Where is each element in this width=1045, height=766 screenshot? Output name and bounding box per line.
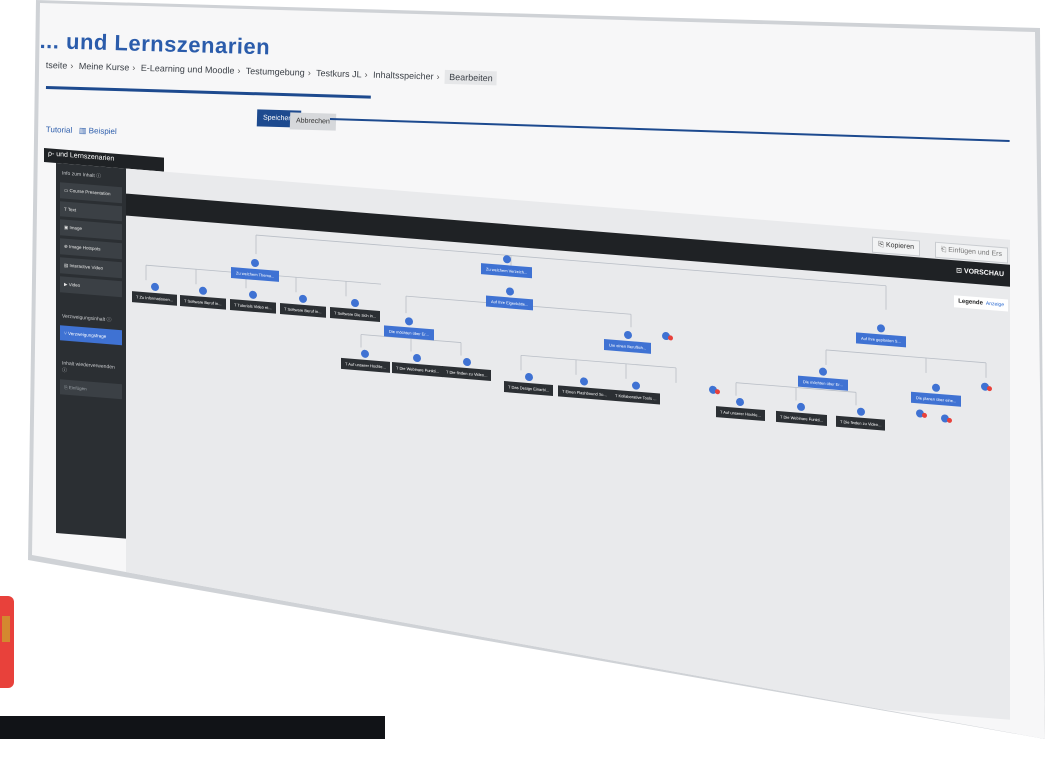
breadcrumb-item[interactable]: tseite	[46, 60, 68, 71]
tree-node-content[interactable]: T Die Webinare Funkti...	[392, 352, 443, 378]
tutorial-link[interactable]: Tutorial	[46, 125, 73, 135]
tree-node-question[interactable]: Die möchten über Er...	[798, 366, 848, 391]
tree-node-content[interactable]: T Das Design Einarbi...	[504, 371, 554, 396]
sidebar-item-image-hotspots[interactable]: ⊕ Image Hotspots	[60, 238, 122, 260]
tree-canvas[interactable]: ⎘ Kopieren ⎗ Einfügen und Ers ⊡ VORSCHAU…	[126, 168, 1010, 720]
breadcrumb-item[interactable]: Meine Kurse	[79, 61, 130, 72]
breadcrumb-item[interactable]: Inhaltsspeicher	[373, 70, 434, 82]
sidebar-section-branch: Verzweigungsinhalt ⓘ	[62, 313, 112, 324]
branching-editor: ρ- und Lernszenarien Info zum Inhalt ⓘ ▭…	[44, 148, 1010, 739]
header-divider	[45, 86, 371, 99]
tree-node-content[interactable]: T Software Beruf in...	[180, 285, 226, 310]
sidebar-item-branch-question[interactable]: ⑂ Verzweigungsfrage	[60, 325, 122, 346]
sidebar-section-reuse: Inhalt wiederverwenden ⓘ	[62, 360, 115, 374]
breadcrumb-current: Bearbeiten	[444, 69, 497, 86]
help-links: Tutorial ▥ Beispiel	[46, 125, 117, 136]
book-icon: ▥	[78, 125, 87, 136]
tree-node-content[interactable]: T Einen Flashbound Sc...	[558, 375, 611, 401]
tree-node-content[interactable]: T Die finden zu Video...	[836, 406, 886, 431]
sidebar-item-paste[interactable]: ⎘ Einfügen	[60, 379, 122, 400]
caption-bar	[0, 716, 385, 739]
sidebar-item-course-presentation[interactable]: ▭ Course Presentation	[60, 182, 122, 204]
tree-node-content[interactable]: T Die finden zu Video...	[442, 356, 492, 381]
end-scenario-icon[interactable]	[709, 381, 720, 400]
cancel-button[interactable]: Abbrechen	[289, 112, 337, 131]
sticky-note-decoration	[0, 596, 14, 688]
breadcrumb-item[interactable]: Testkurs JL	[316, 68, 362, 79]
tree-node-content[interactable]: T Auf unserer Hochle...	[341, 348, 390, 373]
tree-node-content[interactable]: T Auf unserer Hochle...	[716, 396, 765, 421]
breadcrumb-item[interactable]: E-Learning und Moodle	[141, 63, 235, 76]
tree-node-question[interactable]: Auf Ihre geplanten S...	[856, 322, 906, 348]
sidebar-item-text[interactable]: T Text	[60, 201, 122, 222]
screenshot-card: ... und Lernszenarien tseite › Meine Kurs…	[32, 3, 1045, 739]
tree-node-content[interactable]: T Tutorials Video et...	[230, 289, 276, 314]
page-title: ... und Lernszenarien	[39, 28, 271, 60]
breadcrumb-item[interactable]: Testumgebung	[246, 66, 305, 78]
end-scenario-icon[interactable]	[662, 327, 673, 346]
tree-node-question[interactable]: Zu welchem Thema...	[231, 257, 280, 282]
editor-sidebar: Info zum Inhalt ⓘ ▭ Course Presentation …	[56, 162, 126, 539]
tree-node-content[interactable]: T Software Beruf in...	[280, 293, 326, 318]
tree-node-content[interactable]: T Kollaborative Tools ...	[611, 380, 661, 405]
tree-node-question[interactable]: Auf Ihre Eigenkätte...	[486, 286, 534, 311]
end-scenario-icon[interactable]	[981, 377, 992, 396]
tree-node-content[interactable]: T Software Die sich in...	[330, 297, 381, 323]
tree-node-question[interactable]: Um einen Beruflich...	[604, 329, 652, 354]
tree-node-question[interactable]: Die möchten über Er...	[384, 315, 434, 341]
sidebar-item-video[interactable]: ▶ Video	[60, 276, 122, 298]
sidebar-item-image[interactable]: ▣ Image	[60, 219, 122, 241]
end-scenario-icon[interactable]	[916, 404, 927, 423]
end-scenario-icon[interactable]	[941, 409, 952, 428]
breadcrumb: tseite › Meine Kurse › E-Learning und Mood…	[46, 60, 497, 86]
form-divider	[329, 118, 1010, 142]
tree-node-question[interactable]: Die planen über eine...	[911, 382, 962, 407]
branching-tree	[145, 234, 987, 406]
tree-node-content[interactable]: T Die Webinare Funkti...	[776, 401, 827, 426]
tree-node-content[interactable]: T Zu Informationen...	[132, 281, 178, 306]
tree-node-question[interactable]: Zu welchem Verzeich...	[481, 253, 533, 279]
example-link[interactable]: Beispiel	[89, 126, 117, 136]
sidebar-item-interactive-video[interactable]: ▤ Interactive Video	[60, 257, 122, 279]
